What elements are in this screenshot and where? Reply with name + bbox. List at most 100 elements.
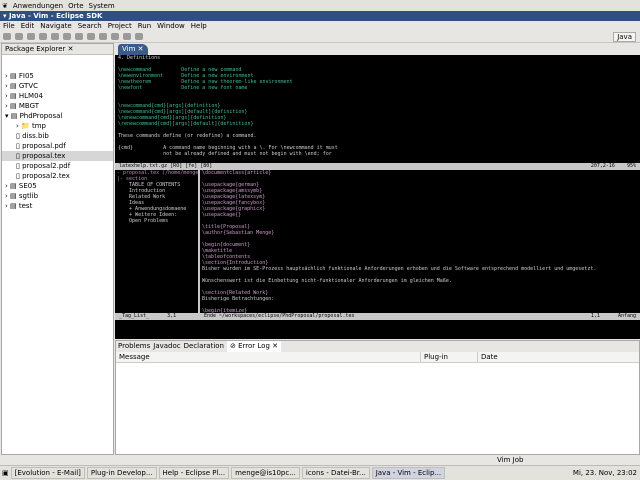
- gnome-top-panel: ❦ Anwendungen Orte System: [0, 0, 640, 11]
- task-help-eclipse[interactable]: Help - Eclipse Pl...: [158, 467, 230, 479]
- tree-item[interactable]: ▯ proposal.pdf: [2, 141, 113, 151]
- panel-menu-applications[interactable]: Anwendungen: [13, 2, 63, 10]
- source-status-pct: Anfang: [617, 313, 636, 319]
- tree-item-label: proposal.tex: [22, 152, 66, 160]
- column-message[interactable]: Message: [116, 352, 421, 362]
- folder-icon: › 📁: [16, 122, 32, 130]
- external-tools-icon[interactable]: [63, 33, 71, 40]
- source-line: Bisher wurden im SE-Prozess hauptsächlic…: [202, 266, 597, 272]
- menu-search[interactable]: Search: [78, 21, 102, 31]
- task-java-vim-eclipse[interactable]: Java - Vim - Eclip...: [371, 467, 446, 479]
- column-plugin[interactable]: Plug-in: [421, 352, 478, 362]
- vim-help-window[interactable]: 4. Definitions \newcommand Define a new c…: [115, 55, 640, 163]
- tree-item[interactable]: ▯ diss.bib: [2, 131, 113, 141]
- tree-item[interactable]: › ▤ MBGT: [2, 101, 113, 111]
- vim-source-window[interactable]: \documentclass{article} \usepackage{germa…: [200, 170, 640, 313]
- tree-item[interactable]: ▯ proposal2.tex: [2, 171, 113, 181]
- new-class-icon[interactable]: [87, 33, 95, 40]
- debug-icon[interactable]: [39, 33, 47, 40]
- project-icon: › ▤: [5, 82, 19, 90]
- new-icon[interactable]: [3, 33, 11, 40]
- tree-item-label: HLM04: [18, 92, 43, 100]
- help-status-file: latexhelp.txt.gz [RO] [fe] [80]: [119, 163, 213, 169]
- back-icon[interactable]: [123, 33, 131, 40]
- taglist-item[interactable]: Open Problems: [117, 218, 198, 224]
- menu-project[interactable]: Project: [108, 21, 132, 31]
- menu-run[interactable]: Run: [138, 21, 151, 31]
- package-tree: › ▤ FI05 › ▤ GTVC › ▤ HLM04 › ▤ MBGT ▾ ▤ Phd…: [2, 71, 113, 211]
- new-package-icon[interactable]: [75, 33, 83, 40]
- tree-item-label: proposal.pdf: [22, 142, 66, 150]
- help-status-pos: 207,2-16: [590, 163, 615, 169]
- menu-file[interactable]: File: [3, 21, 15, 31]
- tree-item[interactable]: ▯ proposal.tex: [2, 151, 113, 161]
- task-terminal[interactable]: menge@is10pc...: [231, 467, 300, 479]
- run-icon[interactable]: [51, 33, 59, 40]
- perspective-label: Java: [617, 33, 632, 41]
- project-icon: › ▤: [5, 202, 19, 210]
- tree-item[interactable]: › ▤ SE05: [2, 181, 113, 191]
- task-file-browser[interactable]: icons - Datei-Br...: [301, 467, 370, 479]
- show-desktop-icon[interactable]: ▣: [2, 469, 9, 477]
- open-type-icon[interactable]: [99, 33, 107, 40]
- tab-declaration[interactable]: Declaration: [184, 341, 224, 352]
- clock[interactable]: Mi, 23. Nov, 23:02: [573, 469, 640, 477]
- menu-window[interactable]: Window: [157, 21, 185, 31]
- editor-tab-label: Vim: [122, 45, 136, 53]
- task-plugin-develop[interactable]: Plug-in Develop...: [86, 467, 157, 479]
- gnome-foot-icon: ❦: [2, 1, 8, 10]
- panel-menu-system[interactable]: System: [89, 2, 115, 10]
- taskbar: ▣ [Evolution - E-Mail] Plug-in Develop..…: [0, 465, 640, 480]
- editor-tab-vim[interactable]: Vim ✕: [118, 44, 148, 55]
- main-toolbar: [0, 31, 640, 43]
- tree-item-label: tmp: [31, 122, 46, 130]
- package-explorer-header: Package Explorer ✕: [2, 44, 113, 55]
- job-status: Vim Job: [497, 456, 524, 464]
- print-icon[interactable]: [27, 33, 35, 40]
- tree-item[interactable]: › ▤ sgtlib: [2, 191, 113, 201]
- help-line: not be already defined and must not begi…: [118, 151, 332, 157]
- menu-navigate[interactable]: Navigate: [40, 21, 71, 31]
- tree-item[interactable]: ▯ proposal2.pdf: [2, 161, 113, 171]
- error-log-columns: Message Plug-in Date: [116, 352, 639, 363]
- tree-item[interactable]: ▾ ▤ PhdProposal: [2, 111, 113, 121]
- package-explorer-title[interactable]: Package Explorer: [5, 45, 65, 53]
- search-icon[interactable]: [111, 33, 119, 40]
- help-status-pct: 95%: [626, 163, 636, 169]
- tree-item-label: proposal2.tex: [22, 172, 70, 180]
- forward-icon[interactable]: [135, 33, 143, 40]
- status-bar: Vim Job: [0, 455, 640, 465]
- tree-item[interactable]: › ▤ test: [2, 201, 113, 211]
- save-icon[interactable]: [15, 33, 23, 40]
- error-log-panel: Problems Javadoc Declaration ⊘ Error Log…: [115, 340, 640, 455]
- tree-item-label: GTVC: [18, 82, 39, 90]
- vim-help-status: latexhelp.txt.gz [RO] [fe] [80] 207,2-16 …: [115, 163, 640, 170]
- project-icon: ▾ ▤: [5, 112, 20, 120]
- perspective-java-button[interactable]: Java: [613, 32, 636, 42]
- tab-error-log[interactable]: ⊘ Error Log ✕: [227, 341, 281, 352]
- tree-item[interactable]: › ▤ FI05: [2, 71, 113, 81]
- tree-item-label: test: [18, 202, 33, 210]
- tree-item-label: PhdProposal: [19, 112, 63, 120]
- tree-item[interactable]: › ▤ HLM04: [2, 91, 113, 101]
- tab-error-log-label: Error Log: [238, 342, 270, 350]
- project-icon: › ▤: [5, 102, 19, 110]
- package-explorer: Package Explorer ✕ › ▤ FI05 › ▤ GTVC › ▤ H…: [1, 43, 114, 455]
- tree-item[interactable]: › 📁 tmp: [2, 121, 113, 131]
- tab-problems[interactable]: Problems: [118, 341, 150, 352]
- bottom-tabs: Problems Javadoc Declaration ⊘ Error Log…: [116, 341, 639, 352]
- menu-bar: File Edit Navigate Search Project Run Wi…: [0, 21, 640, 31]
- vim-editor[interactable]: 4. Definitions \newcommand Define a new c…: [115, 55, 640, 339]
- source-status-file: Ende ~/workspaces/eclipse/PhdProposal/pr…: [204, 313, 355, 319]
- vim-taglist-window[interactable]: - proposal.tex (/home/menge/w |- section …: [115, 170, 200, 313]
- menu-help[interactable]: Help: [191, 21, 207, 31]
- menu-edit[interactable]: Edit: [21, 21, 35, 31]
- tree-item[interactable]: › ▤ GTVC: [2, 81, 113, 91]
- taglist-status: _Tag_List_ 3,1: [119, 313, 177, 319]
- window-title-bar: ▾ Java - Vim - Eclipse SDK: [0, 11, 640, 21]
- tab-javadoc[interactable]: Javadoc: [153, 341, 180, 352]
- panel-menu-places[interactable]: Orte: [68, 2, 83, 10]
- task-evolution[interactable]: [Evolution - E-Mail]: [10, 467, 85, 479]
- tree-item-label: FI05: [18, 72, 34, 80]
- column-date[interactable]: Date: [478, 352, 639, 362]
